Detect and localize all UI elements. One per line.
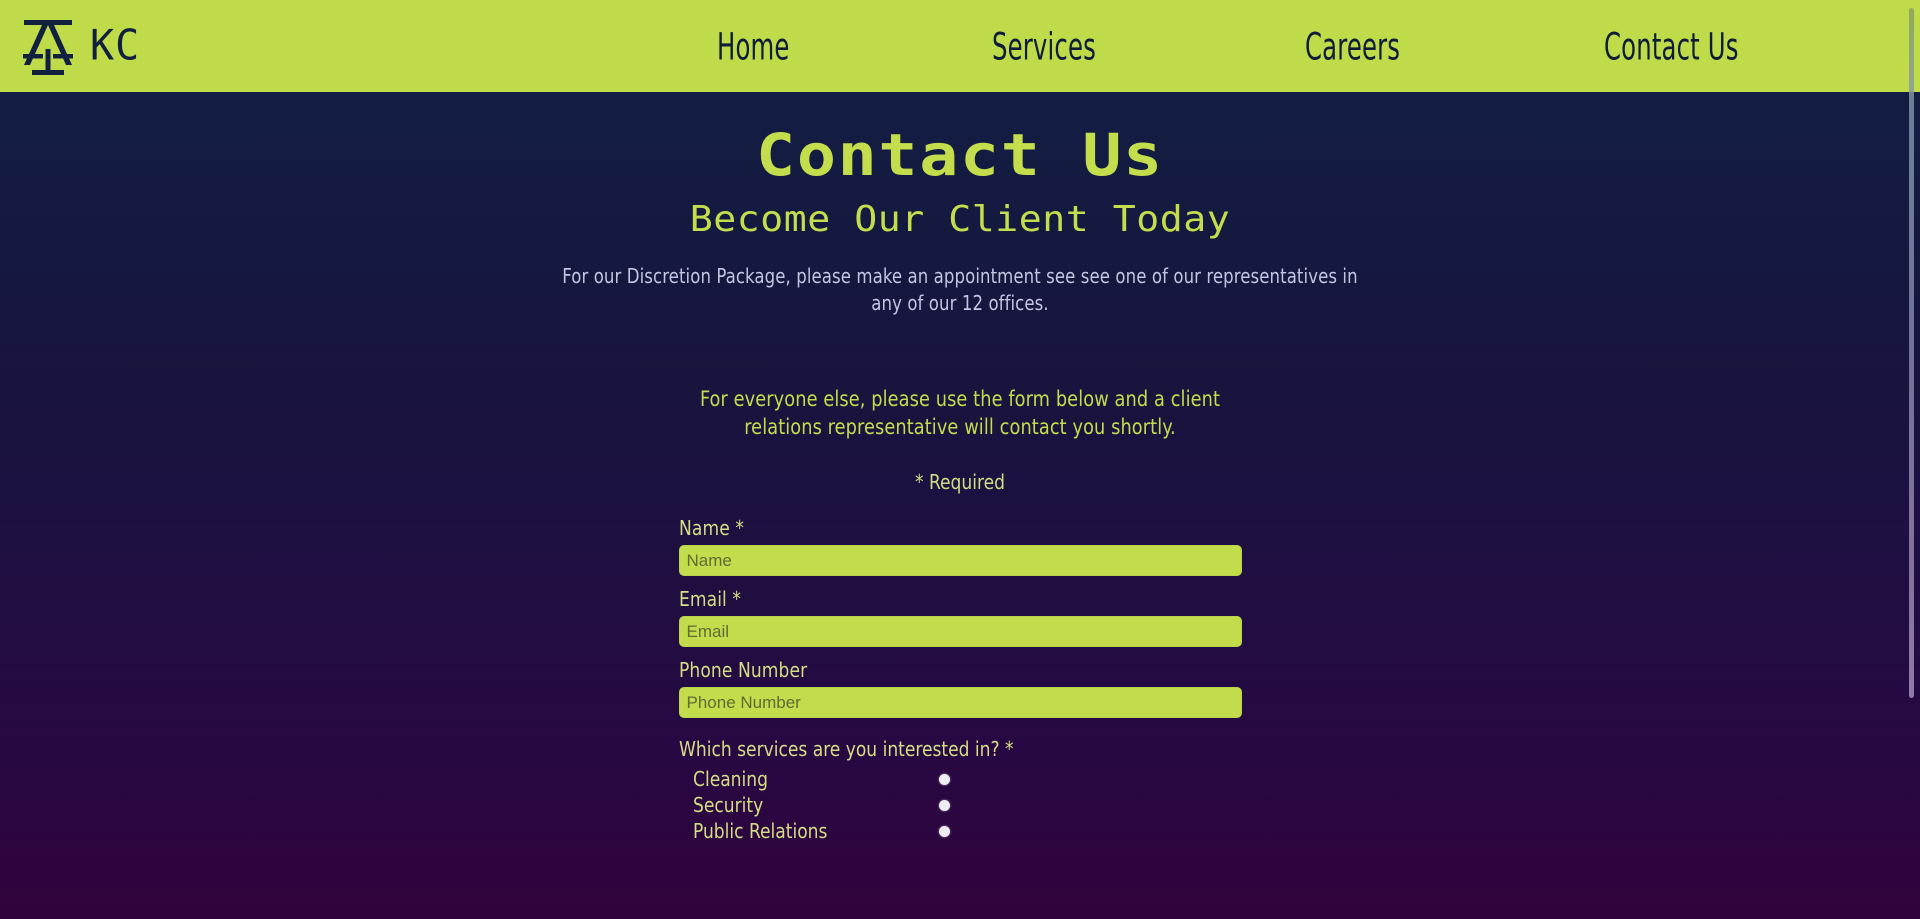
site-header: KC Home Services Careers Contact Us: [0, 0, 1920, 92]
name-label: Name *: [678, 516, 744, 541]
main-content: Contact Us Become Our Client Today For o…: [0, 92, 1920, 844]
page-title: Contact Us: [756, 121, 1164, 189]
nav-item-contact-us[interactable]: Contact Us: [1604, 25, 1739, 69]
radio-label-public-relations: Public Relations: [692, 819, 827, 844]
nav-item-careers[interactable]: Careers: [1305, 25, 1400, 69]
vertical-scrollbar-thumb[interactable]: [1909, 8, 1914, 698]
contact-form: Name * Email * Phone Number Which servic…: [678, 516, 1242, 844]
name-input[interactable]: [678, 545, 1242, 577]
email-input[interactable]: [678, 616, 1242, 648]
page-subtitle: Become Our Client Today: [689, 198, 1231, 240]
required-note: * Required: [915, 470, 1005, 495]
main-navigation: Home Services Careers Contact Us: [0, 0, 1920, 92]
radio-label-security: Security: [692, 793, 763, 818]
radio-label-cleaning: Cleaning: [692, 767, 768, 792]
nav-item-services[interactable]: Services: [992, 25, 1096, 69]
discretion-package-paragraph: For our Discretion Package, please make …: [562, 264, 1358, 316]
services-question-label: Which services are you interested in? *: [678, 737, 1014, 762]
radio-button-public-relations[interactable]: [938, 825, 950, 837]
radio-button-cleaning[interactable]: [938, 773, 950, 785]
radio-row-public-relations[interactable]: Public Relations: [679, 818, 1242, 844]
field-group-email: Email *: [678, 587, 1242, 648]
phone-input[interactable]: [678, 687, 1242, 719]
radio-row-security[interactable]: Security: [679, 792, 1242, 818]
field-group-phone: Phone Number: [678, 658, 1242, 719]
nav-item-home[interactable]: Home: [717, 25, 790, 69]
radio-button-security[interactable]: [938, 799, 950, 811]
phone-label: Phone Number: [678, 658, 807, 683]
services-group: Which services are you interested in? * …: [679, 737, 1242, 844]
form-intro-paragraph: For everyone else, please use the form b…: [699, 387, 1221, 440]
radio-row-cleaning[interactable]: Cleaning: [679, 766, 1242, 792]
page-root: KC Home Services Careers Contact Us Cont…: [0, 0, 1920, 919]
vertical-scrollbar-track[interactable]: [1904, 0, 1920, 919]
email-label: Email *: [678, 587, 741, 612]
field-group-name: Name *: [678, 516, 1242, 577]
